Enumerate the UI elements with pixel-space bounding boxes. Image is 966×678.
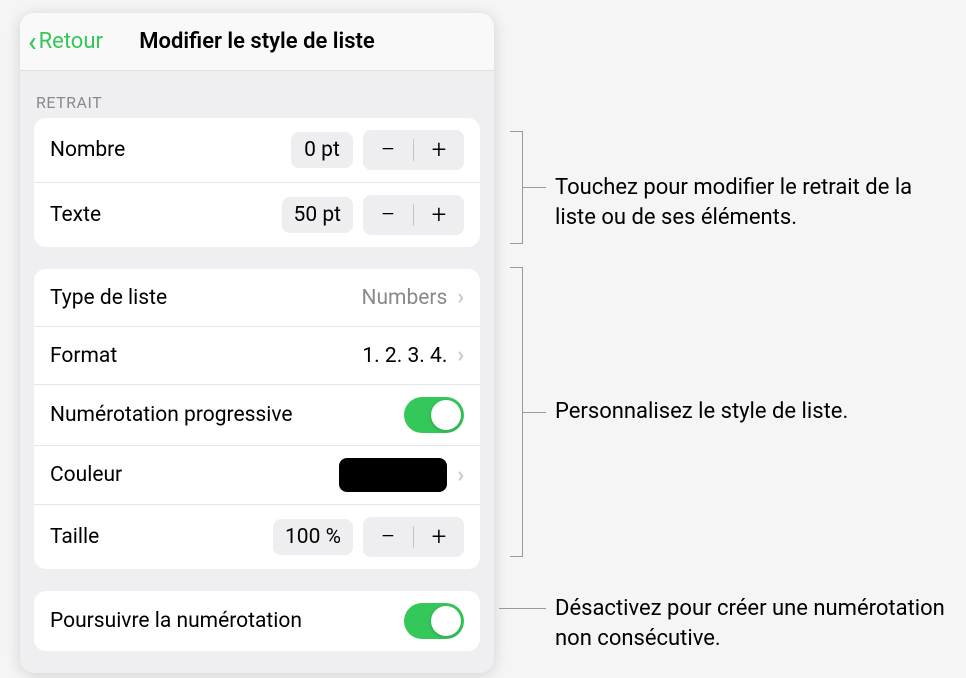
taille-label: Taille [50, 525, 99, 549]
taille-decrement-button[interactable]: − [363, 517, 413, 557]
poursuivre-toggle[interactable] [404, 603, 464, 639]
type-liste-value: Numbers [362, 286, 448, 310]
style-group: Type de liste Numbers › Format 1. 2. 3. … [34, 269, 480, 569]
format-label: Format [50, 344, 117, 368]
nombre-stepper: − + [363, 130, 464, 170]
callout-line [522, 412, 546, 413]
type-liste-value-area: Numbers › [362, 285, 465, 310]
chevron-right-icon: › [457, 463, 464, 488]
nombre-controls: 0 pt − + [291, 130, 464, 170]
chevron-right-icon: › [457, 285, 464, 310]
panel-header: ‹ Retour Modifier le style de liste [20, 13, 494, 71]
color-swatch [339, 458, 447, 492]
poursuivre-row: Poursuivre la numérotation [34, 591, 480, 651]
nombre-row: Nombre 0 pt − + [34, 118, 480, 183]
nombre-value[interactable]: 0 pt [291, 132, 353, 168]
texte-decrement-button[interactable]: − [363, 195, 413, 235]
numerotation-progressive-toggle[interactable] [404, 397, 464, 433]
back-button[interactable]: ‹ Retour [28, 25, 103, 58]
callout-style: Personnalisez le style de liste. [555, 397, 875, 427]
chevron-right-icon: › [457, 343, 464, 368]
taille-value[interactable]: 100 % [273, 519, 353, 555]
callout-line [522, 187, 546, 188]
toggle-knob [431, 606, 461, 636]
toggle-knob [431, 400, 461, 430]
taille-controls: 100 % − + [273, 517, 464, 557]
settings-panel: ‹ Retour Modifier le style de liste RETR… [20, 13, 494, 673]
taille-increment-button[interactable]: + [414, 517, 464, 557]
poursuivre-label: Poursuivre la numérotation [50, 609, 302, 633]
texte-increment-button[interactable]: + [414, 195, 464, 235]
poursuivre-group: Poursuivre la numérotation [34, 591, 480, 651]
type-liste-label: Type de liste [50, 286, 167, 310]
nombre-increment-button[interactable]: + [414, 130, 464, 170]
callout-numerotation: Désactivez pour créer une numérotation n… [555, 594, 965, 653]
taille-stepper: − + [363, 517, 464, 557]
nombre-label: Nombre [50, 138, 125, 162]
texte-controls: 50 pt − + [282, 195, 464, 235]
retrait-section-header: RETRAIT [20, 71, 494, 118]
texte-stepper: − + [363, 195, 464, 235]
format-value: 1. 2. 3. 4. [362, 344, 447, 368]
couleur-value-area: › [339, 458, 464, 492]
texte-label: Texte [50, 203, 101, 227]
texte-row: Texte 50 pt − + [34, 183, 480, 247]
chevron-left-icon: ‹ [28, 25, 37, 58]
type-liste-row[interactable]: Type de liste Numbers › [34, 269, 480, 327]
callout-line [499, 608, 546, 609]
callout-retrait: Touchez pour modifier le retrait de la l… [555, 173, 945, 232]
format-value-area: 1. 2. 3. 4. › [362, 343, 464, 368]
retrait-group: Nombre 0 pt − + Texte 50 pt − + [34, 118, 480, 247]
panel-title: Modifier le style de liste [139, 29, 375, 54]
numerotation-progressive-label: Numérotation progressive [50, 403, 293, 427]
couleur-row[interactable]: Couleur › [34, 446, 480, 505]
format-row[interactable]: Format 1. 2. 3. 4. › [34, 327, 480, 385]
numerotation-progressive-row: Numérotation progressive [34, 385, 480, 446]
back-label: Retour [39, 29, 103, 54]
texte-value[interactable]: 50 pt [282, 197, 353, 233]
nombre-decrement-button[interactable]: − [363, 130, 413, 170]
couleur-label: Couleur [50, 463, 122, 487]
taille-row: Taille 100 % − + [34, 505, 480, 569]
